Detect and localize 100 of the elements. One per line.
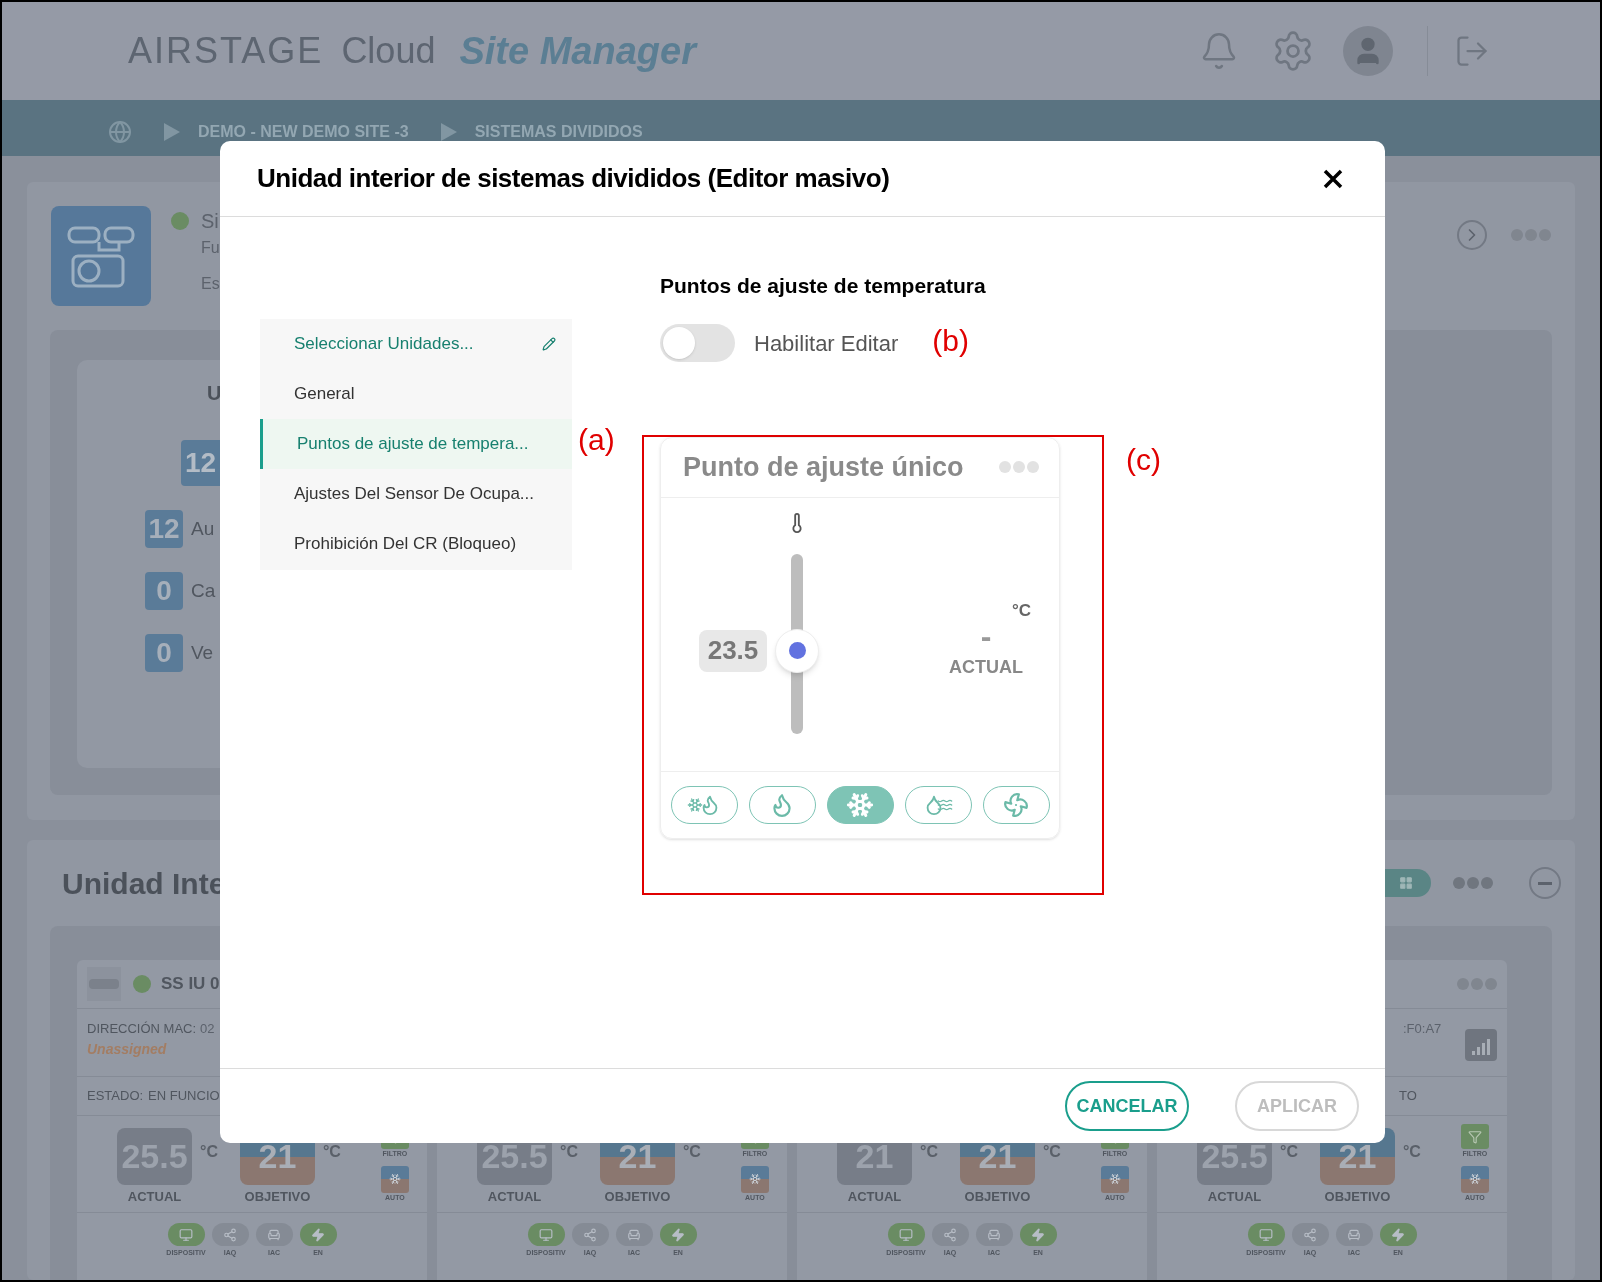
assignment-status: Unassigned <box>87 1039 168 1059</box>
mode-icon <box>1100 1165 1129 1193</box>
mode-button[interactable] <box>904 785 972 824</box>
dialog-button[interactable]: CANCELAR <box>1065 1081 1189 1131</box>
feature-badge[interactable] <box>527 1223 565 1246</box>
unit-label: °C <box>1011 599 1031 622</box>
mode-icon <box>740 1165 769 1193</box>
annotation-label: (b) <box>932 322 969 359</box>
seat-icon <box>1347 1227 1361 1242</box>
section-heading: Puntos de ajuste de temperatura <box>660 273 987 299</box>
mode-button[interactable] <box>670 785 738 824</box>
monitor-icon <box>1259 1227 1273 1242</box>
monitor-icon <box>899 1227 913 1242</box>
brand-logo: AIRSTAGE <box>128 29 324 73</box>
seat-icon <box>267 1227 281 1242</box>
count-badge: 0 <box>145 634 183 672</box>
mode-button[interactable] <box>982 785 1050 824</box>
feature-badge[interactable] <box>659 1223 697 1246</box>
target-label: OBJETIVO <box>964 1188 1031 1206</box>
brand-cloud: Cloud <box>341 29 436 73</box>
feature-badge[interactable] <box>299 1223 337 1246</box>
seat-icon <box>987 1227 1001 1242</box>
feature-badge[interactable] <box>615 1223 653 1246</box>
next-button[interactable] <box>1457 220 1487 250</box>
mac-value: 02 <box>200 1020 215 1038</box>
count-label: Ca <box>191 578 216 603</box>
feature-badge[interactable] <box>1335 1223 1373 1246</box>
feature-badge[interactable] <box>571 1223 609 1246</box>
triangle-icon <box>440 123 457 141</box>
network-icon <box>943 1227 957 1242</box>
count-label: Ve <box>191 640 214 665</box>
feature-badge[interactable] <box>1291 1223 1329 1246</box>
more-icon[interactable] <box>1453 877 1493 889</box>
slider-thumb[interactable] <box>775 628 819 673</box>
nav-item[interactable]: Puntos de ajuste de tempera... <box>260 419 572 469</box>
globe-icon[interactable] <box>108 120 132 144</box>
pencil-icon[interactable] <box>542 337 556 351</box>
nav-item[interactable]: Prohibición Del CR (Bloqueo) <box>260 519 572 569</box>
unit-label: °C <box>1280 1142 1298 1162</box>
feature-badge[interactable] <box>1019 1223 1057 1246</box>
actual-temperature: - <box>980 621 992 650</box>
close-icon[interactable] <box>1323 168 1343 189</box>
monitor-icon <box>179 1227 193 1242</box>
annotation-label: (a) <box>578 422 615 458</box>
signal-icon <box>1465 1029 1497 1061</box>
feature-badge[interactable] <box>1379 1223 1417 1246</box>
feature-badge[interactable] <box>975 1223 1013 1246</box>
avatar-icon[interactable] <box>1343 26 1393 76</box>
feature-badge[interactable] <box>255 1223 293 1246</box>
count-badge: 12 <box>145 510 183 548</box>
modal-title: Unidad interior de sistemas divididos (Editor masivo) <box>257 162 890 195</box>
feature-badge[interactable] <box>931 1223 969 1246</box>
mode-button[interactable] <box>748 785 816 824</box>
lightning-icon <box>311 1227 325 1242</box>
unit-label: °C <box>1042 1142 1061 1162</box>
actual-label: ACTUAL <box>847 1188 902 1206</box>
unit-label: °C <box>322 1142 341 1162</box>
monitor-icon <box>539 1227 553 1242</box>
actual-label: ACTUAL <box>487 1188 542 1206</box>
slider-value: 23.5 <box>699 629 767 672</box>
toggle-label: Habilitar Editar <box>754 329 899 358</box>
status-label: ESTADO: <box>87 1087 144 1106</box>
unit-label: °C <box>200 1142 218 1162</box>
nav-item[interactable]: General <box>260 369 572 419</box>
actual-label: ACTUAL <box>949 655 1023 679</box>
target-label: OBJETIVO <box>1324 1188 1391 1206</box>
nav-item[interactable]: Ajustes Del Sensor De Ocupa... <box>260 469 572 519</box>
annotation-label: (c) <box>1126 441 1161 478</box>
nav-item[interactable]: Seleccionar Unidades... <box>260 319 572 369</box>
unit-label: °C <box>1402 1142 1421 1162</box>
count-label: Au <box>191 516 215 541</box>
actual-label: ACTUAL <box>1207 1188 1262 1206</box>
target-label: OBJETIVO <box>244 1188 311 1206</box>
mac-label: DIRECCIÓN MAC: <box>87 1020 197 1038</box>
network-icon <box>583 1227 597 1242</box>
unit-label: °C <box>920 1142 938 1162</box>
target-label: OBJETIVO <box>604 1188 671 1206</box>
summary-title: U <box>207 381 222 406</box>
feature-badge[interactable] <box>1247 1223 1285 1246</box>
feature-badge[interactable] <box>887 1223 925 1246</box>
filter-icon <box>1460 1124 1489 1149</box>
collapse-button[interactable] <box>1529 867 1561 899</box>
unit-name: SS IU 0 <box>161 973 220 996</box>
seat-icon <box>627 1227 641 1242</box>
card-title: Punto de ajuste único <box>683 450 964 484</box>
more-icon[interactable] <box>999 461 1039 473</box>
lightning-icon <box>671 1227 685 1242</box>
triangle-icon <box>164 123 180 141</box>
unit-label: °C <box>560 1142 578 1162</box>
actual-label: ACTUAL <box>127 1188 182 1206</box>
feature-badge[interactable] <box>167 1223 205 1246</box>
minus-icon <box>1538 881 1552 885</box>
unit-icon <box>87 967 121 1001</box>
toggle-switch[interactable] <box>660 324 735 362</box>
mode-button[interactable] <box>826 785 894 824</box>
fan-icon <box>1003 791 1029 818</box>
feature-badge[interactable] <box>211 1223 249 1246</box>
network-icon <box>1303 1227 1317 1242</box>
grid-icon <box>1399 876 1413 890</box>
product-name: Site Manager <box>459 28 696 74</box>
